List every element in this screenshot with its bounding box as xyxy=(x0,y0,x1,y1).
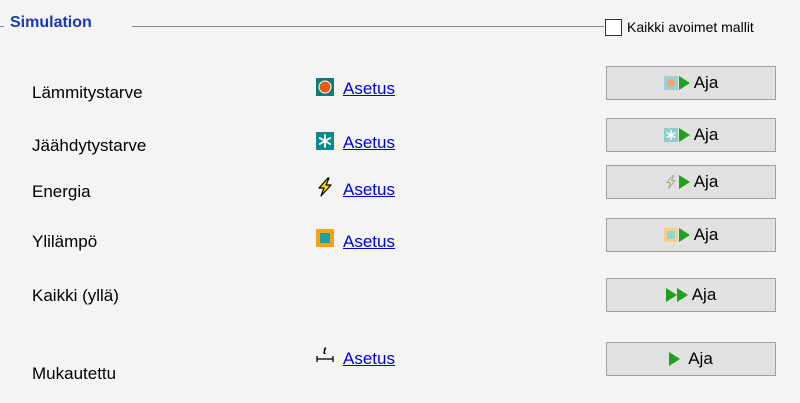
all-models-label: Kaikki avoimet mallit xyxy=(627,19,754,35)
play-icon xyxy=(678,228,690,242)
heating-mini-icon xyxy=(663,76,678,90)
run-all-button[interactable]: Aja xyxy=(606,278,776,312)
play-icon xyxy=(669,352,681,366)
row-label-all: Kaikki (yllä) xyxy=(32,286,119,305)
row-label-heating: Lämmitystarve xyxy=(32,83,143,102)
play-icon xyxy=(678,76,690,90)
run-label: Aja xyxy=(693,73,719,92)
heating-settings-link[interactable]: Asetus xyxy=(343,79,395,99)
run-label: Aja xyxy=(693,225,719,244)
fast-forward-icon xyxy=(665,288,688,302)
cooling-mini-icon xyxy=(663,128,678,142)
energy-icon xyxy=(318,177,332,197)
custom-time-icon: t xyxy=(316,343,334,362)
run-cooling-button[interactable]: Aja xyxy=(606,118,776,152)
run-label: Aja xyxy=(691,285,717,304)
heating-icon xyxy=(316,78,334,96)
row-label-cooling: Jäähdytystarve xyxy=(32,136,147,155)
run-custom-button[interactable]: Aja xyxy=(606,342,776,376)
row-label-energy: Energia xyxy=(32,182,91,201)
run-energy-button[interactable]: Aja xyxy=(606,165,776,199)
run-heating-button[interactable]: Aja xyxy=(606,66,776,100)
group-border-top xyxy=(132,26,604,27)
row-label-custom: Mukautettu xyxy=(32,364,117,383)
overheat-settings-link[interactable]: Asetus xyxy=(343,232,395,252)
group-border-left xyxy=(0,26,4,27)
group-title: Simulation xyxy=(10,14,92,31)
overheat-mini-icon xyxy=(663,228,678,242)
all-models-option[interactable]: Kaikki avoimet mallit xyxy=(605,17,754,37)
cooling-settings-link[interactable]: Asetus xyxy=(343,133,395,153)
play-icon xyxy=(678,128,690,142)
svg-text:t: t xyxy=(323,343,327,357)
run-label: Aja xyxy=(693,125,719,144)
overheat-icon xyxy=(316,229,334,247)
play-icon xyxy=(678,175,690,189)
energy-settings-link[interactable]: Asetus xyxy=(343,180,395,200)
custom-settings-link[interactable]: Asetus xyxy=(343,349,395,369)
all-models-checkbox[interactable] xyxy=(605,18,622,36)
cooling-icon xyxy=(316,132,334,150)
run-label: Aja xyxy=(688,349,713,368)
run-overheat-button[interactable]: Aja xyxy=(606,218,776,252)
run-label: Aja xyxy=(693,172,719,191)
energy-mini-icon xyxy=(666,175,676,189)
row-label-overheat: Ylilämpö xyxy=(32,232,98,251)
